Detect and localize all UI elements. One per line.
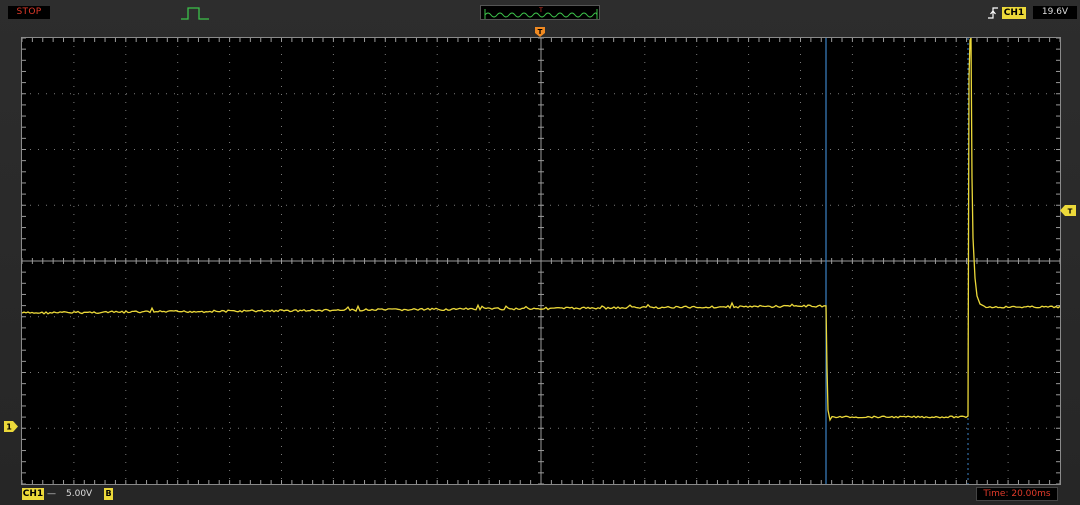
ch1-volts-per-div[interactable]: 5.00V [66, 488, 100, 500]
overview-trigger-mark: T [538, 7, 543, 14]
top-status-bar: STOP T CH1 19.6V T [0, 0, 1080, 37]
pulse-icon [181, 7, 209, 20]
overview-wave: T [484, 7, 598, 19]
trigger-position-marker-label: T [538, 28, 543, 36]
waveform-overview-icon[interactable]: T [480, 5, 600, 20]
coupling-dc-icon: — [47, 489, 56, 499]
trigger-source-badge[interactable]: CH1 [1002, 7, 1026, 19]
trigger-position-marker[interactable]: T [534, 26, 546, 38]
waveform-display[interactable] [21, 37, 1061, 485]
timebase-readout[interactable]: Time: 20.00ms [976, 487, 1058, 501]
bandwidth-limit-badge: B [104, 488, 113, 500]
ch1-label[interactable]: CH1 [22, 488, 44, 500]
trigger-level-marker[interactable]: T [1060, 205, 1076, 216]
ch1-ground-marker-label: 1 [6, 423, 12, 432]
run-stop-status[interactable]: STOP [8, 6, 50, 19]
trigger-level-readout[interactable]: 19.6V [1033, 6, 1077, 19]
oscilloscope-window: STOP T CH1 19.6V T 1 T CH1 — 5.00V B Tim… [0, 0, 1080, 505]
ch1-ground-marker[interactable]: 1 [4, 421, 18, 432]
rising-edge-icon[interactable] [986, 5, 1000, 21]
ch1-waveform [22, 38, 1060, 484]
bottom-status-bar: CH1 — 5.00V B Time: 20.00ms [22, 487, 1080, 505]
ch1-trace [22, 38, 1060, 422]
trigger-level-marker-label: T [1068, 208, 1073, 216]
